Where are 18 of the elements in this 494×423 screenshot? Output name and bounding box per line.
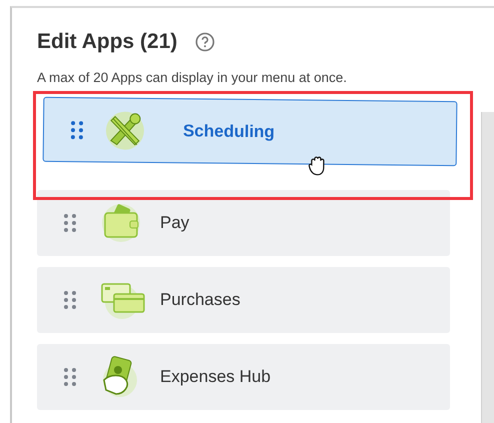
- app-row[interactable]: Expenses Hub: [37, 344, 450, 410]
- wallet-icon: [100, 203, 142, 243]
- drag-handle-icon[interactable]: [70, 120, 84, 139]
- subtitle: A max of 20 Apps can display in your menu at once.: [37, 70, 348, 85]
- scrollbar[interactable]: [481, 112, 494, 423]
- dialog-title: Edit Apps (21): [37, 30, 178, 54]
- cash-in-hand-icon: [100, 356, 140, 398]
- drag-handle-icon[interactable]: [64, 214, 76, 232]
- app-name: Scheduling: [182, 120, 275, 142]
- drag-handle-icon[interactable]: [64, 368, 76, 386]
- app-row[interactable]: Pay: [37, 190, 450, 256]
- tools-icon: [104, 110, 146, 150]
- help-icon[interactable]: [195, 32, 216, 52]
- app-name: Pay: [160, 213, 190, 233]
- app-name: Purchases: [160, 290, 240, 310]
- app-row[interactable]: Purchases: [37, 267, 450, 333]
- app-name: Expenses Hub: [160, 367, 271, 387]
- drag-handle-icon[interactable]: [64, 291, 76, 309]
